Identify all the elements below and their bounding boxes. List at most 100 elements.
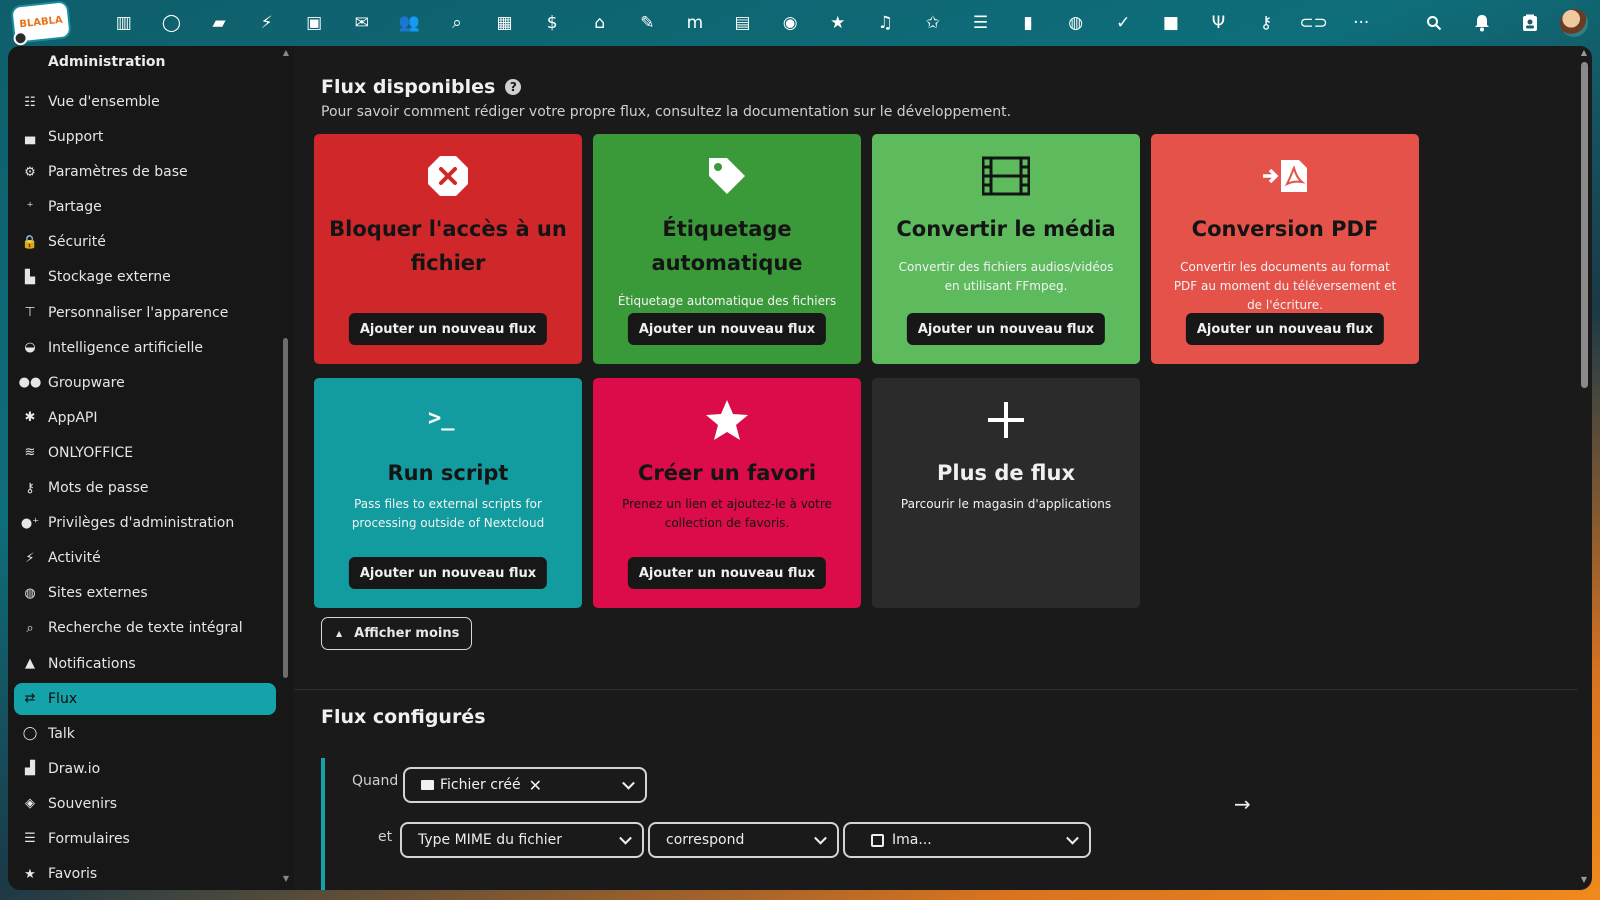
more-apps-icon[interactable]: ··· bbox=[1337, 0, 1385, 46]
nextcloud-logo[interactable]: BLABLA bbox=[12, 2, 70, 46]
flow-card-title: Plus de flux bbox=[937, 461, 1075, 485]
files-icon[interactable]: ▰ bbox=[195, 0, 243, 46]
pdf-convert-icon bbox=[1151, 154, 1419, 198]
sidebar-item-activit[interactable]: ⚡ Activité bbox=[14, 542, 276, 574]
drive-icon[interactable]: ▤ bbox=[719, 0, 767, 46]
star-person-icon[interactable]: ✩ bbox=[909, 0, 957, 46]
tag-icon bbox=[593, 154, 861, 198]
sidebar-item-vue-d-ensemble[interactable]: ☷ Vue d'ensemble bbox=[14, 86, 276, 118]
search-icon[interactable]: ⌕ bbox=[433, 0, 481, 46]
flow-card-title: Créer un favori bbox=[637, 461, 817, 485]
main-scrollbar[interactable]: ▲ ▼ bbox=[1580, 48, 1588, 884]
sidebar-item-recherche-de-texte-int-gral[interactable]: ⌕ Recherche de texte intégral bbox=[14, 612, 276, 644]
photos-icon[interactable]: ▣ bbox=[290, 0, 338, 46]
money-bag-icon[interactable]: $ bbox=[528, 0, 576, 46]
sidebar-item-appapi[interactable]: ✱ AppAPI bbox=[14, 402, 276, 434]
star-icon[interactable]: ★ bbox=[814, 0, 862, 46]
sidebar-item-partage[interactable]: ⁺ Partage bbox=[14, 191, 276, 223]
music-icon[interactable]: ♫ bbox=[862, 0, 910, 46]
sidebar-item-support[interactable]: ▄ Support bbox=[14, 121, 276, 153]
sidebar-scroll-thumb[interactable] bbox=[283, 338, 288, 678]
sidebar-item-notifications[interactable]: ▲ Notifications bbox=[14, 648, 276, 680]
mastodon-icon[interactable]: m bbox=[671, 0, 719, 46]
sidebar-item-label: Mots de passe bbox=[48, 480, 149, 497]
sidebar-item-privil-ges-d-administration[interactable]: ●⁺ Privilèges d'administration bbox=[14, 507, 276, 539]
check-icon[interactable]: ✓ bbox=[1099, 0, 1147, 46]
sidebar-item-intelligence-artificielle[interactable]: ◒ Intelligence artificielle bbox=[14, 332, 276, 364]
add-flow-button[interactable]: Ajouter un nouveau flux bbox=[627, 313, 827, 345]
sidebar-item-sites-externes[interactable]: ◍ Sites externes bbox=[14, 577, 276, 609]
flow-card-title: Étiquetage automatique bbox=[651, 217, 803, 275]
flow-card-media: Convertir le média Convertir des fichiers… bbox=[872, 134, 1140, 364]
video-icon[interactable]: ■ bbox=[1147, 0, 1195, 46]
globe-icon: ◍ bbox=[24, 585, 36, 601]
add-flow-button[interactable]: Ajouter un nouveau flux bbox=[627, 557, 827, 589]
help-icon[interactable]: ? bbox=[505, 79, 522, 95]
dashboard-icon[interactable]: ▥ bbox=[100, 0, 148, 46]
add-flow-button[interactable]: Ajouter un nouveau flux bbox=[1185, 313, 1385, 345]
mail-icon[interactable]: ✉ bbox=[338, 0, 386, 46]
add-flow-button[interactable]: Ajouter un nouveau flux bbox=[906, 313, 1106, 345]
sidebar-item-s-curit[interactable]: 🔒 Sécurité bbox=[14, 226, 276, 258]
contacts-icon[interactable]: 👥 bbox=[386, 0, 434, 46]
sidebar-item-formulaires[interactable]: ☰ Formulaires bbox=[14, 823, 276, 855]
remove-chip-icon[interactable]: ✕ bbox=[529, 776, 542, 795]
sidebar-item-groupware[interactable]: ●● Groupware bbox=[14, 367, 276, 399]
add-flow-button[interactable]: Ajouter un nouveau flux bbox=[348, 557, 548, 589]
scroll-up-arrow-icon[interactable]: ▲ bbox=[1580, 48, 1588, 57]
activity-icon[interactable]: ⚡ bbox=[243, 0, 291, 46]
cleaning-icon[interactable]: ⌂ bbox=[576, 0, 624, 46]
sidebar-item-stockage-externe[interactable]: ▙ Stockage externe bbox=[14, 261, 276, 293]
cookbook-icon[interactable]: Ψ bbox=[1195, 0, 1243, 46]
block-access-icon bbox=[314, 154, 582, 198]
scroll-down-arrow-icon[interactable]: ▼ bbox=[281, 874, 291, 884]
flow-card-more[interactable]: Plus de flux Parcourir le magasin d'appli… bbox=[872, 378, 1140, 608]
flow-card-description: Parcourir le magasin d'applications bbox=[900, 497, 1112, 511]
sidebar-item-param-tres-de-base[interactable]: ⚙ Paramètres de base bbox=[14, 156, 276, 188]
image-icon bbox=[871, 833, 884, 847]
sidebar-item-label: Recherche de texte intégral bbox=[48, 620, 243, 637]
operator-select[interactable]: correspond bbox=[648, 822, 839, 858]
sidebar-item-mots-de-passe[interactable]: ⚷ Mots de passe bbox=[14, 472, 276, 504]
sidebar-item-favoris[interactable]: ★ Favoris bbox=[14, 858, 276, 890]
available-flows-description[interactable]: Pour savoir comment rédiger votre propre… bbox=[321, 104, 1011, 120]
add-flow-button[interactable]: Ajouter un nouveau flux bbox=[348, 313, 548, 345]
pencil-icon[interactable]: ✎ bbox=[624, 0, 672, 46]
sidebar-item-onlyoffice[interactable]: ≋ ONLYOFFICE bbox=[14, 437, 276, 469]
github-icon[interactable]: ◉ bbox=[766, 0, 814, 46]
lock-icon: 🔒 bbox=[21, 234, 39, 250]
ocs-icon[interactable]: ⊂⊃ bbox=[1290, 0, 1338, 46]
sidebar-item-label: Stockage externe bbox=[48, 269, 171, 286]
sidebar-item-personnaliser-l-apparence[interactable]: ⊤ Personnaliser l'apparence bbox=[14, 297, 276, 329]
contacts-menu-icon[interactable] bbox=[1506, 0, 1554, 46]
list-icon[interactable]: ☰ bbox=[957, 0, 1005, 46]
notifications-icon[interactable] bbox=[1458, 0, 1506, 46]
sidebar-item-label: Vue d'ensemble bbox=[48, 94, 160, 110]
unified-search-icon[interactable] bbox=[1410, 0, 1458, 46]
user-avatar[interactable] bbox=[1560, 9, 1588, 37]
calendar-icon[interactable]: ▦ bbox=[481, 0, 529, 46]
key-icon[interactable]: ⚷ bbox=[1242, 0, 1290, 46]
event-select[interactable]: Fichier créé ✕ bbox=[403, 767, 647, 803]
main-scroll-thumb[interactable] bbox=[1581, 62, 1588, 388]
sidebar-item-flux[interactable]: ⇄ Flux bbox=[14, 682, 276, 715]
check-select[interactable]: Type MIME du fichier bbox=[400, 822, 644, 858]
sidebar-item-souvenirs[interactable]: ◈ Souvenirs bbox=[14, 788, 276, 820]
talk-icon[interactable]: ◯ bbox=[148, 0, 196, 46]
share-icon: ⁺ bbox=[26, 199, 34, 215]
plus-icon bbox=[872, 398, 1140, 442]
value-select-value: Ima... bbox=[892, 832, 932, 848]
globe-icon[interactable]: ◍ bbox=[1052, 0, 1100, 46]
scroll-down-arrow-icon[interactable]: ▼ bbox=[1580, 875, 1588, 884]
available-flows-heading: Flux disponibles? bbox=[321, 76, 522, 98]
scroll-up-arrow-icon[interactable]: ▲ bbox=[281, 48, 291, 58]
support-icon: ▄ bbox=[25, 129, 35, 145]
show-less-button[interactable]: ▲ Afficher moins bbox=[321, 617, 473, 650]
event-chip[interactable]: Fichier créé ✕ bbox=[421, 776, 542, 795]
sidebar-item-talk[interactable]: ◯ Talk bbox=[14, 718, 276, 750]
chart-icon[interactable]: ▮ bbox=[1004, 0, 1052, 46]
sidebar-item-label: Support bbox=[48, 129, 104, 146]
sidebar-scrollbar[interactable]: ▲ ▼ bbox=[281, 46, 291, 890]
value-select[interactable]: Ima... bbox=[843, 822, 1091, 858]
sidebar-item-draw-io[interactable]: ▟ Draw.io bbox=[14, 753, 276, 785]
